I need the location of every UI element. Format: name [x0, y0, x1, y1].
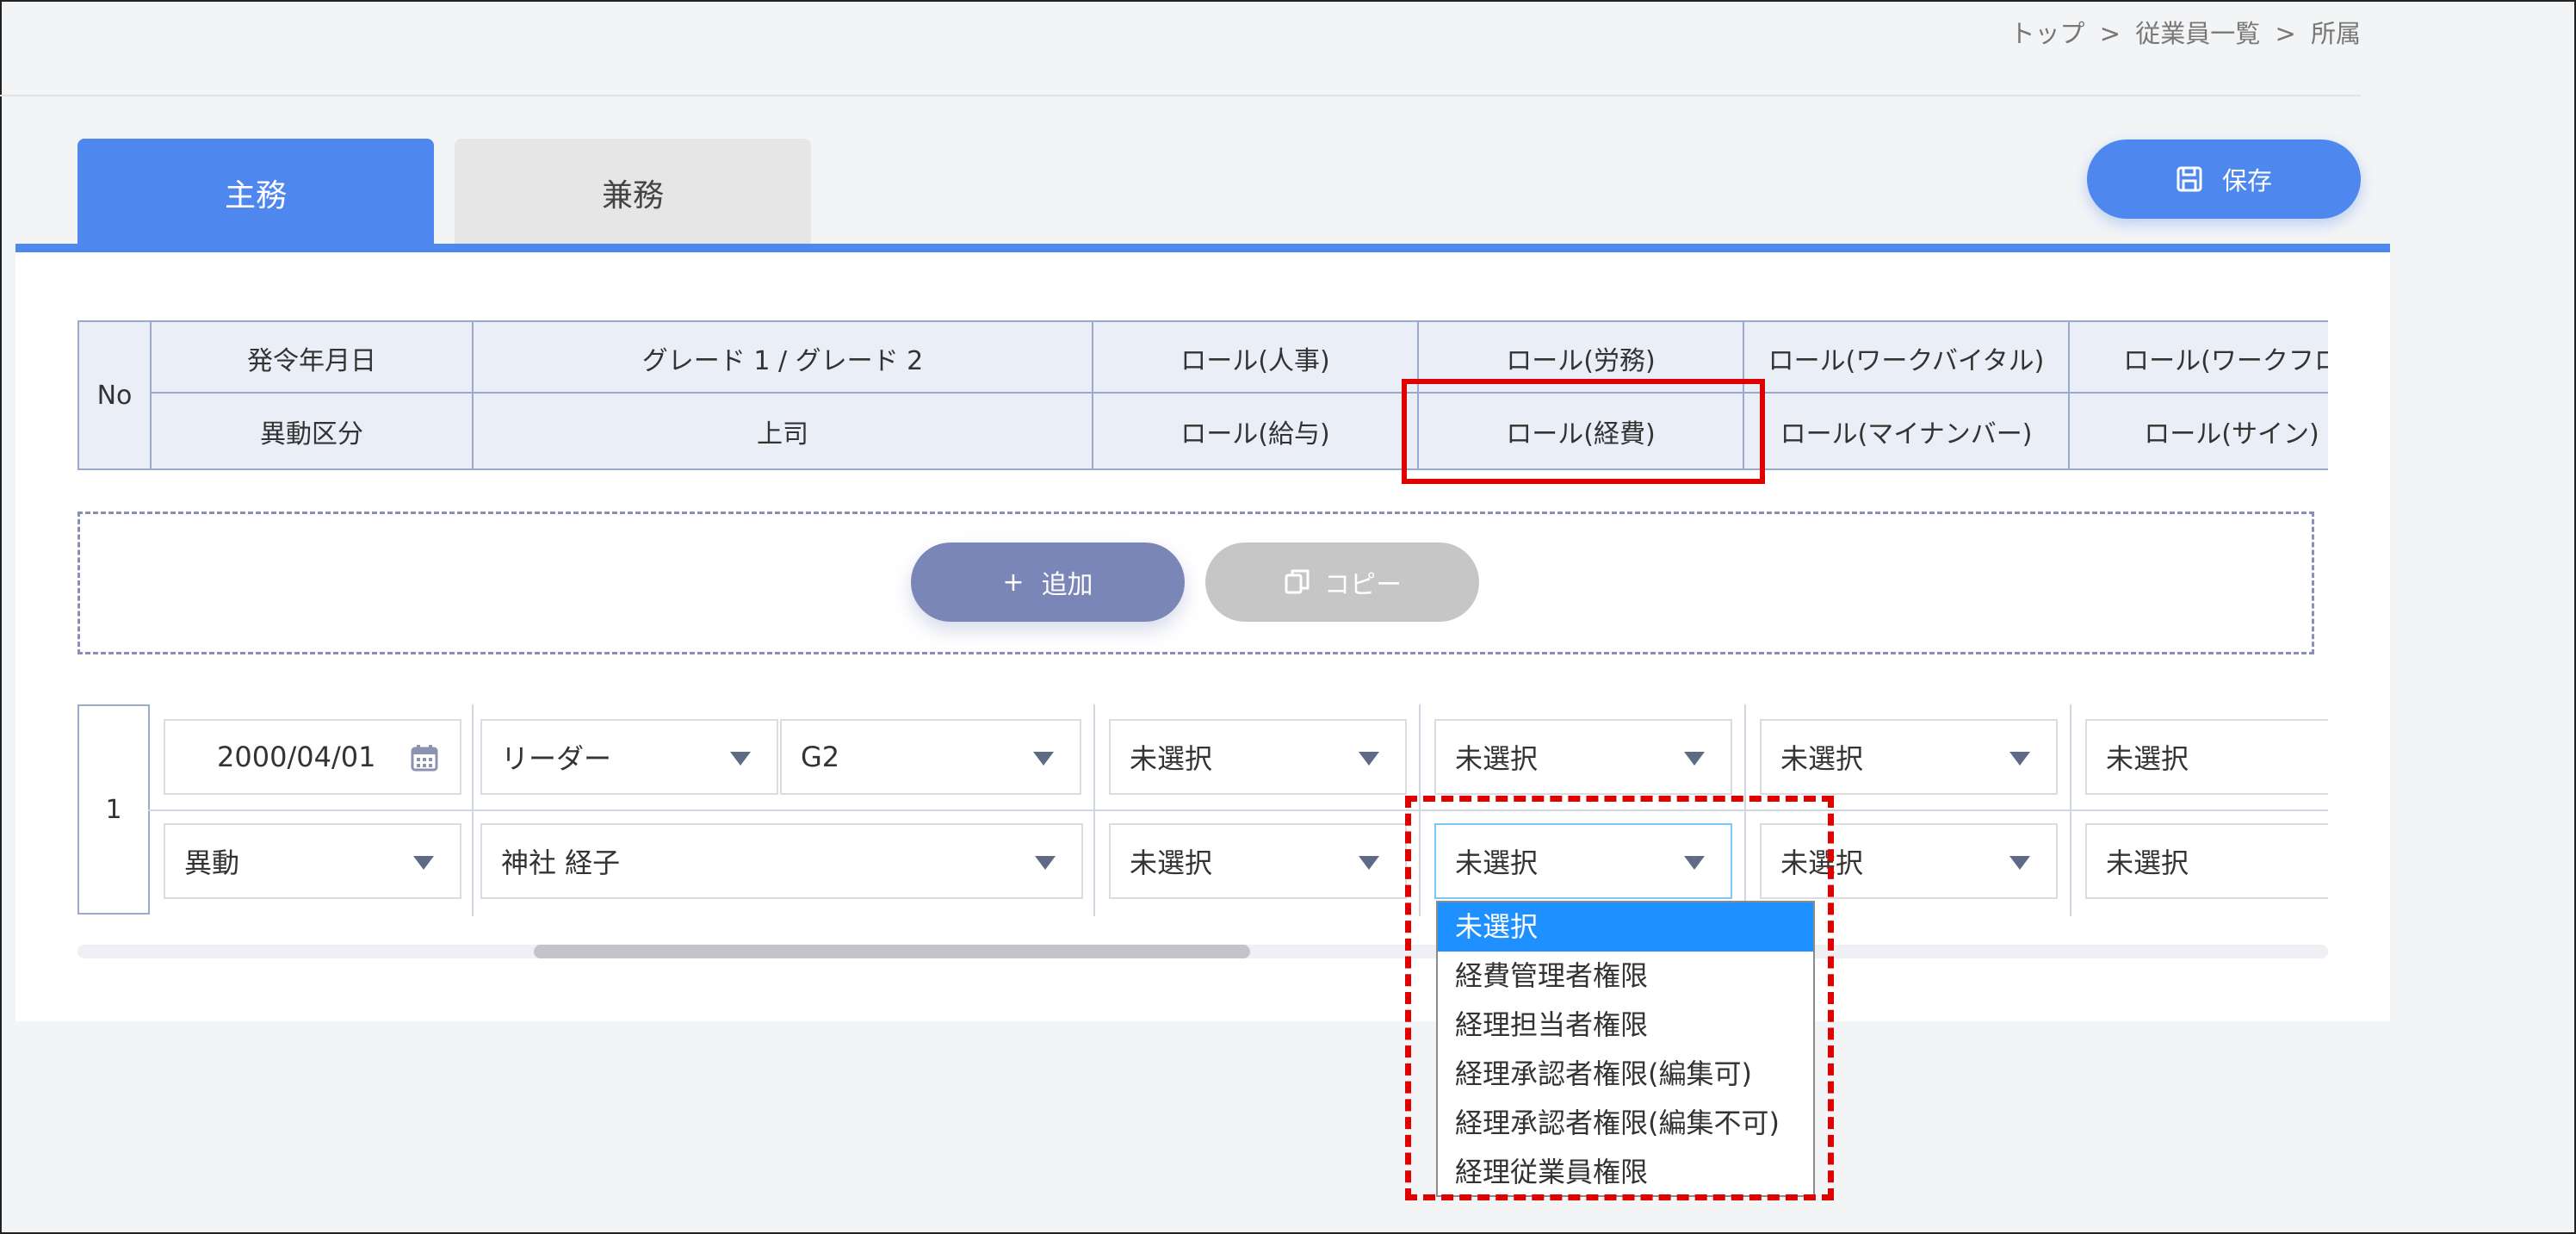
- chevron-down-icon: [2009, 856, 2030, 870]
- chevron-down-icon: [1359, 752, 1379, 766]
- breadcrumb-top[interactable]: トップ: [2009, 19, 2084, 48]
- breadcrumb-separator: >: [2275, 19, 2296, 48]
- header-no-label: No: [96, 380, 133, 411]
- role-hr-select[interactable]: 未選択: [1109, 719, 1407, 795]
- dashed-highlight-box: [1405, 796, 1834, 1200]
- data-grid: 1 2000/04/01 リーダー G2 未選択 未選択 未選択 未選択 異動 …: [77, 704, 2328, 916]
- calendar-icon[interactable]: [410, 743, 439, 772]
- header-cell: ロール(サイン): [2068, 394, 2328, 468]
- copy-button-label: コピー: [1324, 570, 1402, 600]
- chevron-down-icon: [1033, 752, 1054, 766]
- copy-icon: [1285, 569, 1310, 594]
- transfer-type-value: 異動: [184, 846, 240, 879]
- role-workvital-value: 未選択: [1780, 742, 1864, 775]
- save-button[interactable]: 保存: [2087, 140, 2361, 219]
- header-no: No: [77, 322, 150, 468]
- header-cell: ロール(ワークフロ: [2068, 322, 2328, 394]
- breadcrumb-employee-list[interactable]: 従業員一覧: [2135, 19, 2260, 48]
- add-row-area: [77, 512, 2314, 654]
- issue-date-input[interactable]: 2000/04/01: [164, 719, 461, 795]
- divider: [0, 95, 2361, 96]
- tab-main-label: 主務: [224, 177, 287, 214]
- chevron-down-icon: [1684, 752, 1705, 766]
- highlight-box: [1402, 379, 1765, 484]
- add-button-label: 追加: [1041, 570, 1093, 600]
- tab-sub-label: 兼務: [601, 177, 664, 214]
- tab-main-duty[interactable]: 主務: [77, 139, 434, 246]
- role-payroll-value: 未選択: [1130, 846, 1213, 879]
- header-role-workflow: ロール(ワークフロ: [2123, 345, 2328, 376]
- boss-value: 神社 経子: [501, 846, 621, 879]
- add-button[interactable]: + 追加: [911, 543, 1185, 622]
- header-role-payroll: ロール(給与): [1180, 419, 1330, 450]
- header-cell: ロール(人事): [1092, 322, 1417, 394]
- column-header: No 発令年月日 グレード 1 / グレード 2 ロール(人事) ロール(労務)…: [77, 320, 2328, 470]
- role-labor-select[interactable]: 未選択: [1434, 719, 1732, 795]
- header-transfer-type: 異動区分: [260, 419, 363, 450]
- role-hr-value: 未選択: [1130, 742, 1213, 775]
- role-workvital-select[interactable]: 未選択: [1760, 719, 2058, 795]
- header-role-labor: ロール(労務): [1506, 345, 1656, 376]
- role-workflow-value: 未選択: [2106, 742, 2189, 775]
- chevron-down-icon: [2009, 752, 2030, 766]
- chevron-down-icon: [1359, 856, 1379, 870]
- header-role-workvital: ロール(ワークバイタル): [1768, 345, 2045, 376]
- issue-date-value: 2000/04/01: [217, 741, 376, 773]
- header-cell: 上司: [472, 394, 1092, 468]
- chevron-down-icon: [1035, 856, 1056, 870]
- role-workflow-select[interactable]: 未選択: [2085, 719, 2328, 795]
- save-button-label: 保存: [2221, 166, 2272, 195]
- header-role-mynumber: ロール(マイナンバー): [1780, 419, 2033, 450]
- breadcrumb: トップ > 従業員一覧 > 所属: [2003, 14, 2361, 50]
- tab-concurrent-duty[interactable]: 兼務: [455, 139, 811, 246]
- grade2-select[interactable]: G2: [780, 719, 1081, 795]
- role-sign-select[interactable]: 未選択: [2085, 823, 2328, 899]
- role-payroll-select[interactable]: 未選択: [1109, 823, 1407, 899]
- header-cell: ロール(ワークバイタル): [1743, 322, 2068, 394]
- floppy-disk-icon: [2177, 166, 2202, 192]
- header-cell: ロール(マイナンバー): [1743, 394, 2068, 468]
- transfer-type-select[interactable]: 異動: [164, 823, 461, 899]
- chevron-down-icon: [413, 856, 434, 870]
- tab-underline: [15, 244, 2390, 252]
- header-role-sign: ロール(サイン): [2144, 419, 2319, 450]
- header-boss: 上司: [757, 419, 808, 450]
- chevron-down-icon: [730, 752, 751, 766]
- grid-line: [148, 809, 2328, 811]
- grade1-select[interactable]: リーダー: [480, 719, 778, 795]
- header-issue-date: 発令年月日: [247, 345, 376, 376]
- row-number-label: 1: [105, 794, 122, 825]
- header-cell: 異動区分: [150, 394, 472, 468]
- boss-select[interactable]: 神社 経子: [480, 823, 1083, 899]
- row-number: 1: [77, 704, 150, 915]
- role-sign-value: 未選択: [2106, 846, 2189, 879]
- header-role-hr: ロール(人事): [1180, 345, 1330, 376]
- plus-icon: +: [1002, 567, 1025, 598]
- header-grade: グレード 1 / グレード 2: [641, 345, 924, 376]
- scrollbar-thumb[interactable]: [534, 945, 1250, 958]
- breadcrumb-separator: >: [2099, 19, 2121, 48]
- breadcrumb-affiliation: 所属: [2310, 19, 2361, 48]
- header-cell: 発令年月日: [150, 322, 472, 394]
- header-cell: グレード 1 / グレード 2: [472, 322, 1092, 394]
- role-labor-value: 未選択: [1455, 742, 1539, 775]
- header-cell: ロール(給与): [1092, 394, 1417, 468]
- grade2-value: G2: [801, 741, 840, 773]
- header-divider: [150, 392, 2328, 394]
- copy-button[interactable]: コピー: [1205, 543, 1479, 622]
- grade1-value: リーダー: [501, 742, 612, 775]
